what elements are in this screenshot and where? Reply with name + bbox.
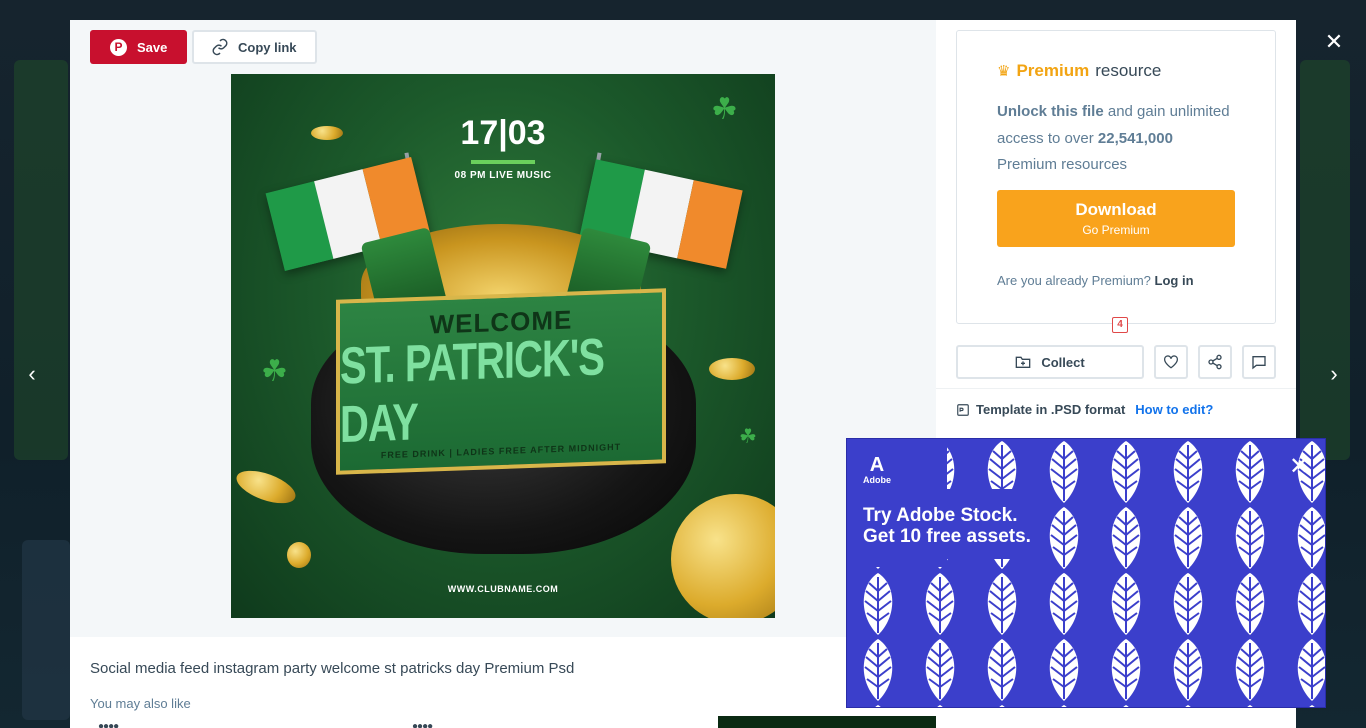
background-thumbnail — [14, 60, 68, 460]
preview-pane: P Save Copy link 17|03 08 PM LIVE MUSIC — [70, 20, 936, 637]
like-button[interactable] — [1154, 345, 1188, 379]
premium-heading: ♛ Premium resource — [997, 61, 1235, 81]
adobe-brand: Adobe — [863, 475, 891, 485]
resource-word: resource — [1095, 61, 1162, 80]
date-underline — [471, 160, 535, 164]
resource-count: 22,541,000 — [1097, 129, 1173, 147]
like-count-badge: 4 — [1112, 317, 1128, 333]
divider — [936, 388, 1296, 389]
gold-coin — [232, 464, 300, 510]
link-icon — [212, 38, 228, 56]
action-row: Collect — [956, 345, 1276, 379]
collect-label: Collect — [1041, 354, 1085, 370]
background-thumbnail — [1300, 60, 1350, 460]
count-rest: Premium resources — [997, 156, 1128, 173]
preview-image[interactable]: 17|03 08 PM LIVE MUSIC WELCOME ST. PATRI… — [231, 74, 775, 618]
premium-box: ♛ Premium resource Unlock this file and … — [956, 30, 1276, 324]
adobe-logo-glyph: A — [869, 454, 885, 476]
comment-icon — [1252, 356, 1266, 370]
shamrock-icon: ☘ — [711, 93, 738, 126]
ad-headline: Try Adobe Stock. Get 10 free assets. — [863, 505, 1031, 547]
related-thumb-dots: ●●●● — [98, 721, 119, 728]
go-premium-label: Go Premium — [1082, 222, 1150, 237]
background-thumbnail — [22, 540, 70, 720]
copy-link-label: Copy link — [238, 39, 297, 55]
resource-caption: Social media feed instagram party welcom… — [90, 660, 575, 677]
shamrock-icon: ☘ — [739, 426, 757, 448]
welcome-banner: WELCOME ST. PATRICK'S DAY FREE DRINK | L… — [336, 288, 666, 475]
template-format-label: Template in .PSD format — [976, 402, 1126, 417]
already-premium-line: Are you already Premium? Log in — [997, 273, 1235, 288]
heart-icon — [1164, 355, 1178, 369]
download-button[interactable]: Download Go Premium — [997, 189, 1235, 247]
premium-word: Premium — [1016, 61, 1090, 80]
folder-plus-icon — [1015, 356, 1031, 368]
template-format-line: Template in .PSD format How to edit? — [956, 402, 1213, 417]
adobe-logo: A Adobe — [863, 455, 891, 486]
ad-close-icon[interactable]: ✕ — [1287, 455, 1311, 479]
adobe-stock-ad[interactable]: A Adobe Try Adobe Stock. Get 10 free ass… — [846, 438, 1326, 708]
save-pinterest-button[interactable]: P Save — [90, 30, 187, 64]
gold-coin — [311, 126, 343, 140]
banner-title: ST. PATRICK'S DAY — [340, 328, 604, 454]
next-arrow-icon[interactable]: › — [1320, 360, 1348, 388]
save-label: Save — [137, 39, 168, 55]
gold-coin-large — [671, 494, 775, 618]
related-thumb-dots: ●●●● — [412, 721, 433, 728]
comment-button[interactable] — [1242, 345, 1276, 379]
premium-description: Unlock this file and gain unlimited acce… — [997, 99, 1235, 179]
close-modal-icon[interactable]: ✕ — [1322, 30, 1346, 54]
gold-coin — [709, 358, 755, 380]
event-time: 08 PM LIVE MUSIC — [454, 170, 552, 181]
also-like-heading: You may also like — [90, 696, 191, 711]
share-icon — [1208, 354, 1222, 370]
psd-file-icon — [957, 403, 969, 416]
share-button[interactable] — [1198, 345, 1232, 379]
login-link[interactable]: Log in — [1155, 273, 1194, 288]
unlock-bold: Unlock this file — [997, 103, 1104, 120]
ad-line-1: Try Adobe Stock. — [863, 505, 1018, 526]
pinterest-icon: P — [110, 38, 127, 56]
ad-line-2: Get 10 free assets. — [863, 526, 1031, 547]
copy-link-button[interactable]: Copy link — [192, 30, 317, 64]
how-to-edit-link[interactable]: How to edit? — [1135, 402, 1213, 417]
gold-coin — [287, 542, 311, 568]
download-label: Download — [1075, 199, 1157, 219]
already-text: Are you already Premium? — [997, 272, 1151, 288]
collect-button[interactable]: Collect — [956, 345, 1144, 379]
crown-icon: ♛ — [997, 63, 1011, 80]
previous-arrow-icon[interactable]: ‹ — [18, 360, 46, 388]
leaf-pattern — [847, 439, 1325, 707]
event-website: WWW.CLUBNAME.COM — [447, 584, 559, 594]
shamrock-icon: ☘ — [261, 355, 288, 388]
